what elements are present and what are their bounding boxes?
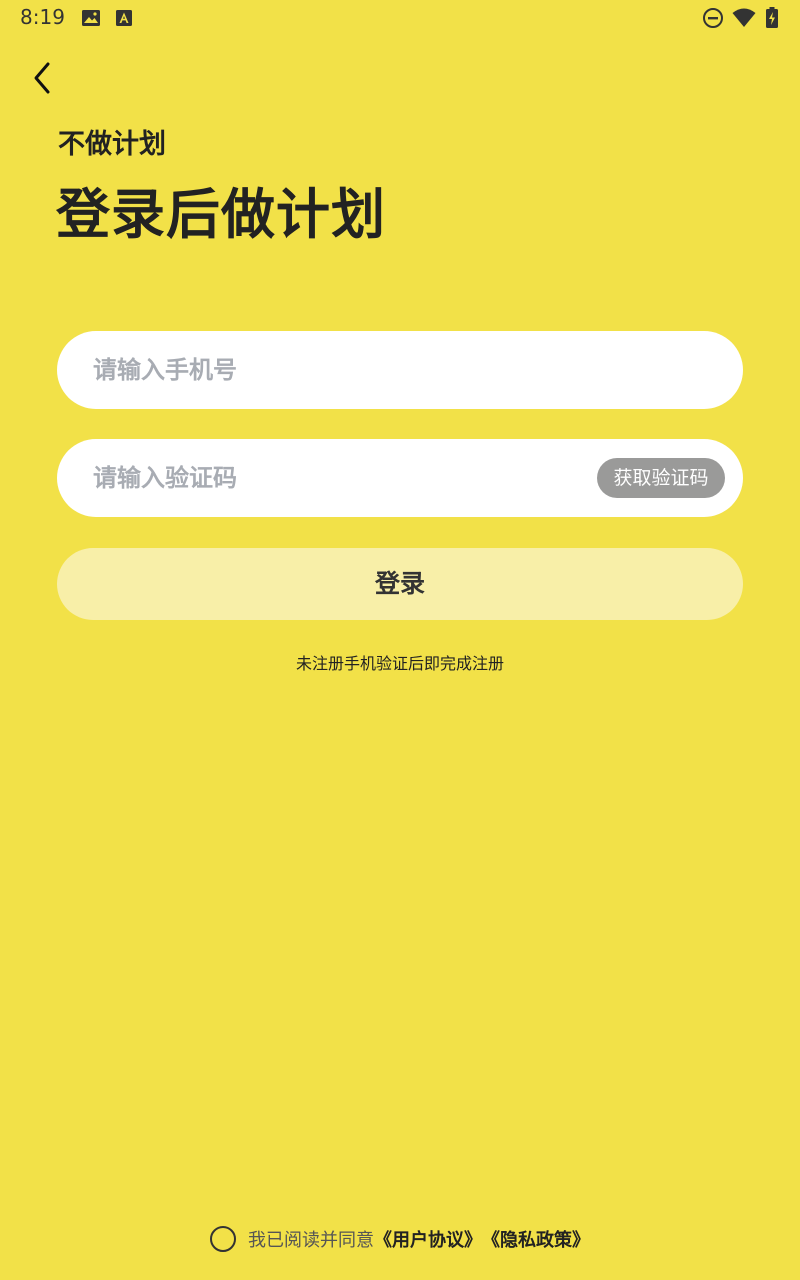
image-icon	[82, 10, 100, 26]
agreement-checkbox[interactable]	[210, 1226, 236, 1252]
register-hint: 未注册手机验证后即完成注册	[295, 654, 504, 673]
user-agreement-link[interactable]: 《用户协议》	[374, 1226, 482, 1252]
do-not-disturb-icon	[703, 8, 723, 28]
get-code-button[interactable]: 获取验证码	[597, 458, 725, 498]
page-title: 登录后做计划	[56, 183, 386, 246]
phone-field-container	[57, 331, 743, 409]
wifi-icon	[732, 8, 756, 27]
chevron-left-icon	[34, 62, 50, 94]
agreement-prefix: 我已阅读并同意	[248, 1230, 374, 1251]
battery-charging-icon	[766, 7, 778, 28]
page-subtitle: 不做计划	[58, 129, 166, 160]
privacy-policy-link[interactable]: 《隐私政策》	[482, 1226, 590, 1252]
status-time: 8:19	[20, 5, 65, 29]
back-button[interactable]	[24, 56, 64, 100]
code-field-container: 获取验证码	[57, 439, 743, 517]
phone-input[interactable]	[93, 331, 703, 409]
login-button[interactable]: 登录	[57, 548, 743, 620]
text-a-icon	[116, 10, 132, 26]
verification-code-input[interactable]	[93, 439, 553, 517]
status-bar: 8:19	[0, 0, 800, 36]
agreement-row: 我已阅读并同意 《用户协议》 《隐私政策》	[0, 1226, 800, 1252]
